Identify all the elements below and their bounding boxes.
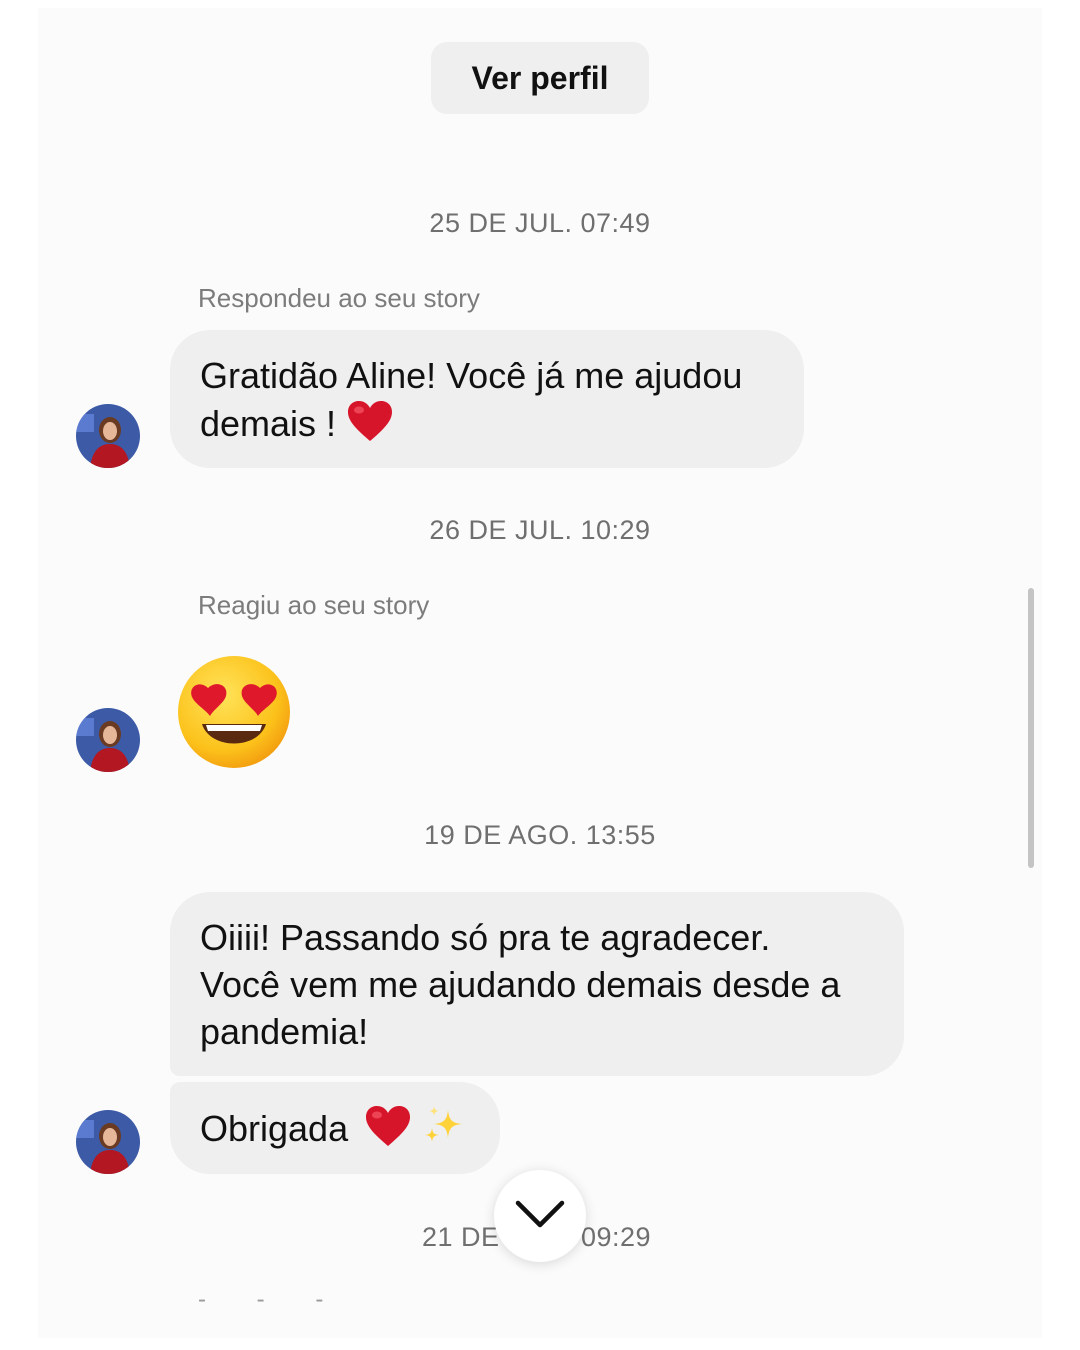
message-bubble-4[interactable]: Obrigada [170,1082,500,1174]
scrollbar[interactable] [1028,588,1034,868]
message-text-line: Você vem me ajudando demais desde a [200,964,841,1005]
message-text-line: demais ! [200,399,774,454]
chat-screen: Ver perfil 25 DE JUL. 07:49 Respondeu ao… [0,0,1080,1350]
red-heart-icon [364,1104,412,1159]
story-reaction-label: Reagiu ao seu story [198,590,430,620]
timestamp-1: 25 DE JUL. 07:49 [429,208,651,238]
avatar[interactable] [76,404,140,468]
avatar[interactable] [76,1110,140,1174]
timestamp-2: 26 DE JUL. 10:29 [429,515,651,545]
clipped-label: - - - [198,1298,345,1306]
message-text-line: Gratidão Aline! Você já me ajudou [200,355,743,396]
timestamp-4-left: 21 DE [422,1222,500,1252]
message-bubble-1[interactable]: Gratidão Aline! Você já me ajudou demais… [170,330,804,468]
story-reply-label: Respondeu ao seu story [198,283,480,313]
heart-eyes-emoji-icon[interactable] [176,654,292,770]
scroll-to-bottom-button[interactable] [494,1170,586,1262]
chevron-down-icon [514,1199,566,1234]
red-heart-icon [346,399,394,454]
timestamp-4-right: 09:29 [581,1222,652,1252]
message-bubble-3[interactable]: Oiiii! Passando só pra te agradecer. Voc… [170,892,904,1076]
timestamp-3: 19 DE AGO. 13:55 [424,820,656,850]
sparkles-icon [422,1104,466,1159]
message-text-line: pandemia! [200,1011,369,1052]
message-text: Obrigada [200,1108,349,1150]
view-profile-button[interactable]: Ver perfil [431,42,649,114]
avatar[interactable] [76,708,140,772]
message-text-line: Oiiii! Passando só pra te agradecer. [200,917,771,958]
